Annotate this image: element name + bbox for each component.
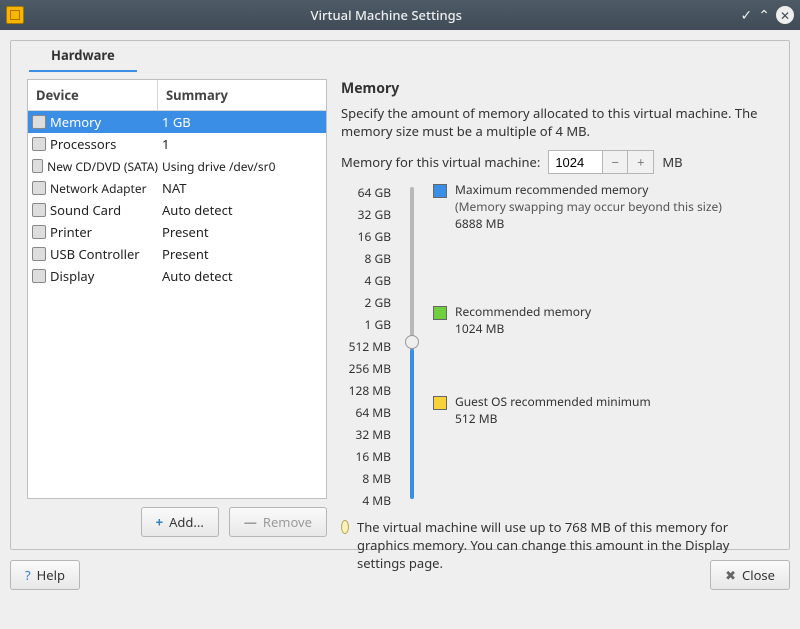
max-marker-label: Maximum recommended memory [455, 182, 722, 199]
device-summary: NAT [158, 179, 326, 197]
rec-marker-label: Recommended memory [455, 304, 591, 321]
display-icon [32, 269, 46, 283]
device-summary: Present [158, 223, 326, 241]
device-label: Processors [50, 135, 116, 153]
device-summary: Auto detect [158, 201, 326, 219]
detail-description: Specify the amount of memory allocated t… [341, 104, 773, 140]
window-controls: ✓ ⌃ ✕ [741, 6, 794, 25]
window-title: Virtual Machine Settings [32, 6, 741, 24]
memory-input[interactable] [548, 150, 602, 174]
device-summary: Using drive /dev/sr0 [158, 158, 326, 175]
detail-heading: Memory [341, 79, 773, 98]
printer-icon [32, 225, 46, 239]
device-summary: 1 GB [158, 113, 326, 131]
device-summary: Auto detect [158, 267, 326, 285]
device-label: USB Controller [50, 245, 140, 263]
hint-bulb-icon [341, 520, 349, 534]
memory-increment[interactable]: + [628, 150, 654, 174]
device-row-display[interactable]: Display Auto detect [28, 265, 326, 287]
device-label: Network Adapter [50, 180, 147, 197]
device-row-sound[interactable]: Sound Card Auto detect [28, 199, 326, 221]
device-table: Device Summary Memory 1 GB Processors 1 … [27, 79, 327, 499]
cpu-icon [32, 137, 46, 151]
max-marker-icon [433, 184, 447, 198]
device-label: Memory [50, 113, 101, 131]
minus-icon: — [244, 513, 257, 531]
network-icon [32, 181, 46, 195]
memory-icon [32, 115, 46, 129]
sound-icon [32, 203, 46, 217]
max-marker-value: 6888 MB [455, 216, 722, 233]
min-marker-icon [433, 396, 447, 410]
plus-icon: + [156, 513, 163, 531]
memory-markers: Maximum recommended memory (Memory swapp… [433, 184, 722, 512]
device-table-header: Device Summary [28, 80, 326, 111]
add-label: Add... [169, 513, 204, 531]
rec-marker-value: 1024 MB [455, 321, 591, 338]
device-label: New CD/DVD (SATA) [47, 158, 158, 175]
device-row-printer[interactable]: Printer Present [28, 221, 326, 243]
memory-unit: MB [662, 153, 682, 171]
memory-hint: The virtual machine will use up to 768 M… [357, 518, 773, 572]
disc-icon [32, 159, 43, 173]
maximize-button[interactable]: ⌃ [758, 6, 770, 25]
add-device-button[interactable]: + Add... [141, 507, 219, 537]
rec-marker-icon [433, 306, 447, 320]
device-row-cd-dvd[interactable]: New CD/DVD (SATA) Using drive /dev/sr0 [28, 155, 326, 177]
device-row-usb[interactable]: USB Controller Present [28, 243, 326, 265]
help-label: Help [37, 566, 65, 584]
device-label: Display [50, 267, 94, 285]
help-button[interactable]: ? Help [10, 560, 80, 590]
memory-field-label: Memory for this virtual machine: [341, 153, 540, 171]
app-icon [6, 6, 24, 24]
remove-device-button[interactable]: — Remove [229, 507, 327, 537]
device-label: Printer [50, 223, 92, 241]
device-row-processors[interactable]: Processors 1 [28, 133, 326, 155]
device-row-memory[interactable]: Memory 1 GB [28, 111, 326, 133]
max-marker-note: (Memory swapping may occur beyond this s… [455, 199, 722, 216]
device-row-network[interactable]: Network Adapter NAT [28, 177, 326, 199]
minimize-button[interactable]: ✓ [741, 6, 753, 25]
memory-detail: Memory Specify the amount of memory allo… [341, 79, 773, 537]
device-summary: Present [158, 245, 326, 263]
titlebar: Virtual Machine Settings ✓ ⌃ ✕ [0, 0, 800, 30]
usb-icon [32, 247, 46, 261]
min-marker-label: Guest OS recommended minimum [455, 394, 651, 411]
min-marker-value: 512 MB [455, 411, 651, 428]
col-summary[interactable]: Summary [158, 80, 326, 110]
settings-panel: Hardware Device Summary Memory 1 GB Proc… [10, 40, 790, 550]
device-label: Sound Card [50, 201, 121, 219]
remove-label: Remove [263, 513, 312, 531]
help-icon: ? [25, 566, 31, 584]
tab-hardware[interactable]: Hardware [29, 40, 137, 72]
device-summary: 1 [158, 135, 326, 153]
memory-slider-fill [410, 349, 414, 499]
col-device[interactable]: Device [28, 80, 158, 110]
memory-slider-track[interactable] [410, 187, 414, 499]
memory-slider-thumb[interactable] [405, 335, 419, 349]
close-window-button[interactable]: ✕ [776, 6, 794, 24]
memory-decrement[interactable]: − [602, 150, 628, 174]
memory-tick-labels: 64 GB32 GB 16 GB8 GB 4 GB2 GB 1 GB512 MB… [341, 182, 391, 512]
